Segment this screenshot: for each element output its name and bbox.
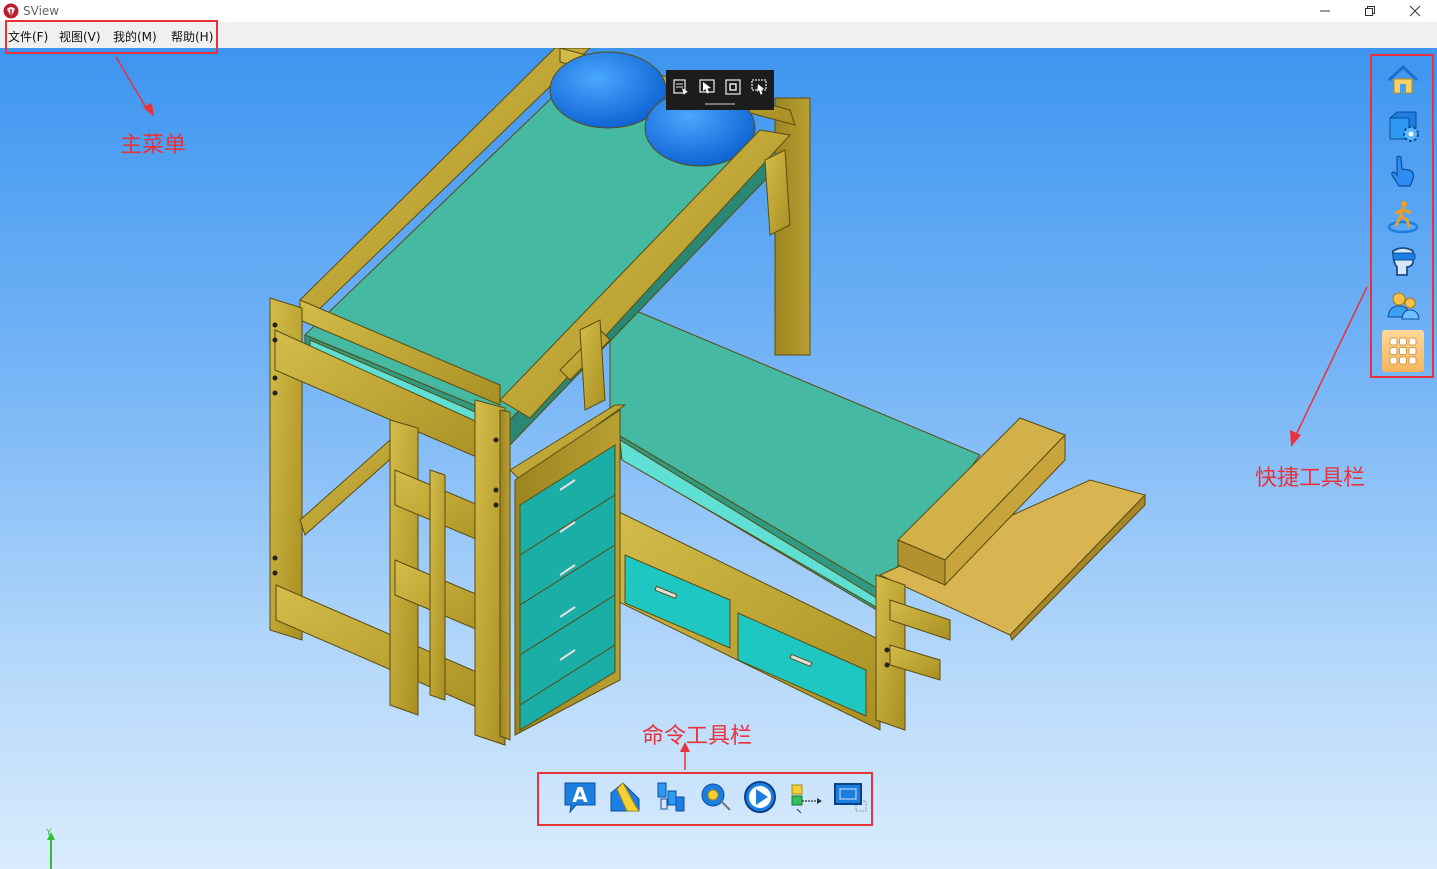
- explode-parts-icon: [657, 782, 685, 812]
- view-settings-button[interactable]: [1382, 105, 1424, 147]
- close-icon: [1409, 5, 1421, 17]
- cube-settings-icon: [1389, 111, 1419, 142]
- users-icon: [1387, 292, 1420, 320]
- frame-select-icon[interactable]: [724, 78, 742, 96]
- axis-y-label: Y: [45, 828, 52, 838]
- hand-pointer-icon: [1391, 155, 1415, 187]
- walk-mode-button[interactable]: [1382, 195, 1424, 237]
- transform-move-icon: [791, 784, 822, 814]
- measure-tape-icon: [701, 783, 731, 811]
- main-menu-label: 主菜单: [120, 133, 187, 158]
- restore-button[interactable]: [1347, 0, 1393, 22]
- section-plane-icon: [610, 782, 640, 812]
- fit-screen-button[interactable]: [831, 778, 869, 816]
- view-direction-button[interactable]: [1382, 240, 1424, 282]
- close-button[interactable]: [1392, 0, 1437, 22]
- transform-button[interactable]: [786, 778, 824, 816]
- svg-text:A: A: [572, 783, 588, 807]
- annotation-button[interactable]: A: [561, 778, 599, 816]
- title-bar: SView: [0, 0, 1437, 22]
- pointer-select-icon[interactable]: [698, 78, 716, 96]
- restore-icon: [1365, 6, 1375, 16]
- annotation-text-icon: A: [564, 782, 596, 814]
- apps-button[interactable]: [1382, 330, 1424, 372]
- users-button[interactable]: [1382, 285, 1424, 327]
- axis-triad: Y X Z: [45, 828, 55, 869]
- area-select-icon[interactable]: [750, 78, 768, 96]
- quick-toolbar-arrow: [1290, 286, 1368, 447]
- window-title: SView: [23, 4, 60, 18]
- section-button[interactable]: [606, 778, 644, 816]
- command-toolbar-label: 命令工具栏: [642, 724, 753, 749]
- minimize-button[interactable]: [1302, 0, 1348, 22]
- apps-grid-icon: [1389, 337, 1417, 365]
- toolbar-grip[interactable]: [705, 103, 735, 105]
- select-button[interactable]: [1382, 150, 1424, 192]
- play-animation-button[interactable]: [741, 778, 779, 816]
- minimize-icon: [1320, 10, 1330, 12]
- app-logo-icon: [3, 3, 19, 19]
- home-icon: [1387, 64, 1419, 94]
- selection-toolbar: [666, 70, 774, 110]
- quick-toolbar-label: 快捷工具栏: [1255, 466, 1366, 491]
- select-box-icon[interactable]: [672, 78, 690, 96]
- command-toolbar-arrow: [680, 742, 690, 770]
- main-menu-arrow: [115, 56, 154, 117]
- play-animation-icon: [744, 781, 776, 813]
- head-view-icon: [1392, 247, 1416, 276]
- main-menu-highlight: [5, 20, 218, 54]
- explode-button[interactable]: [651, 778, 689, 816]
- fit-screen-icon: [834, 783, 867, 812]
- walk-person-icon: [1387, 201, 1419, 234]
- home-button[interactable]: [1382, 59, 1424, 101]
- measure-button[interactable]: [696, 778, 734, 816]
